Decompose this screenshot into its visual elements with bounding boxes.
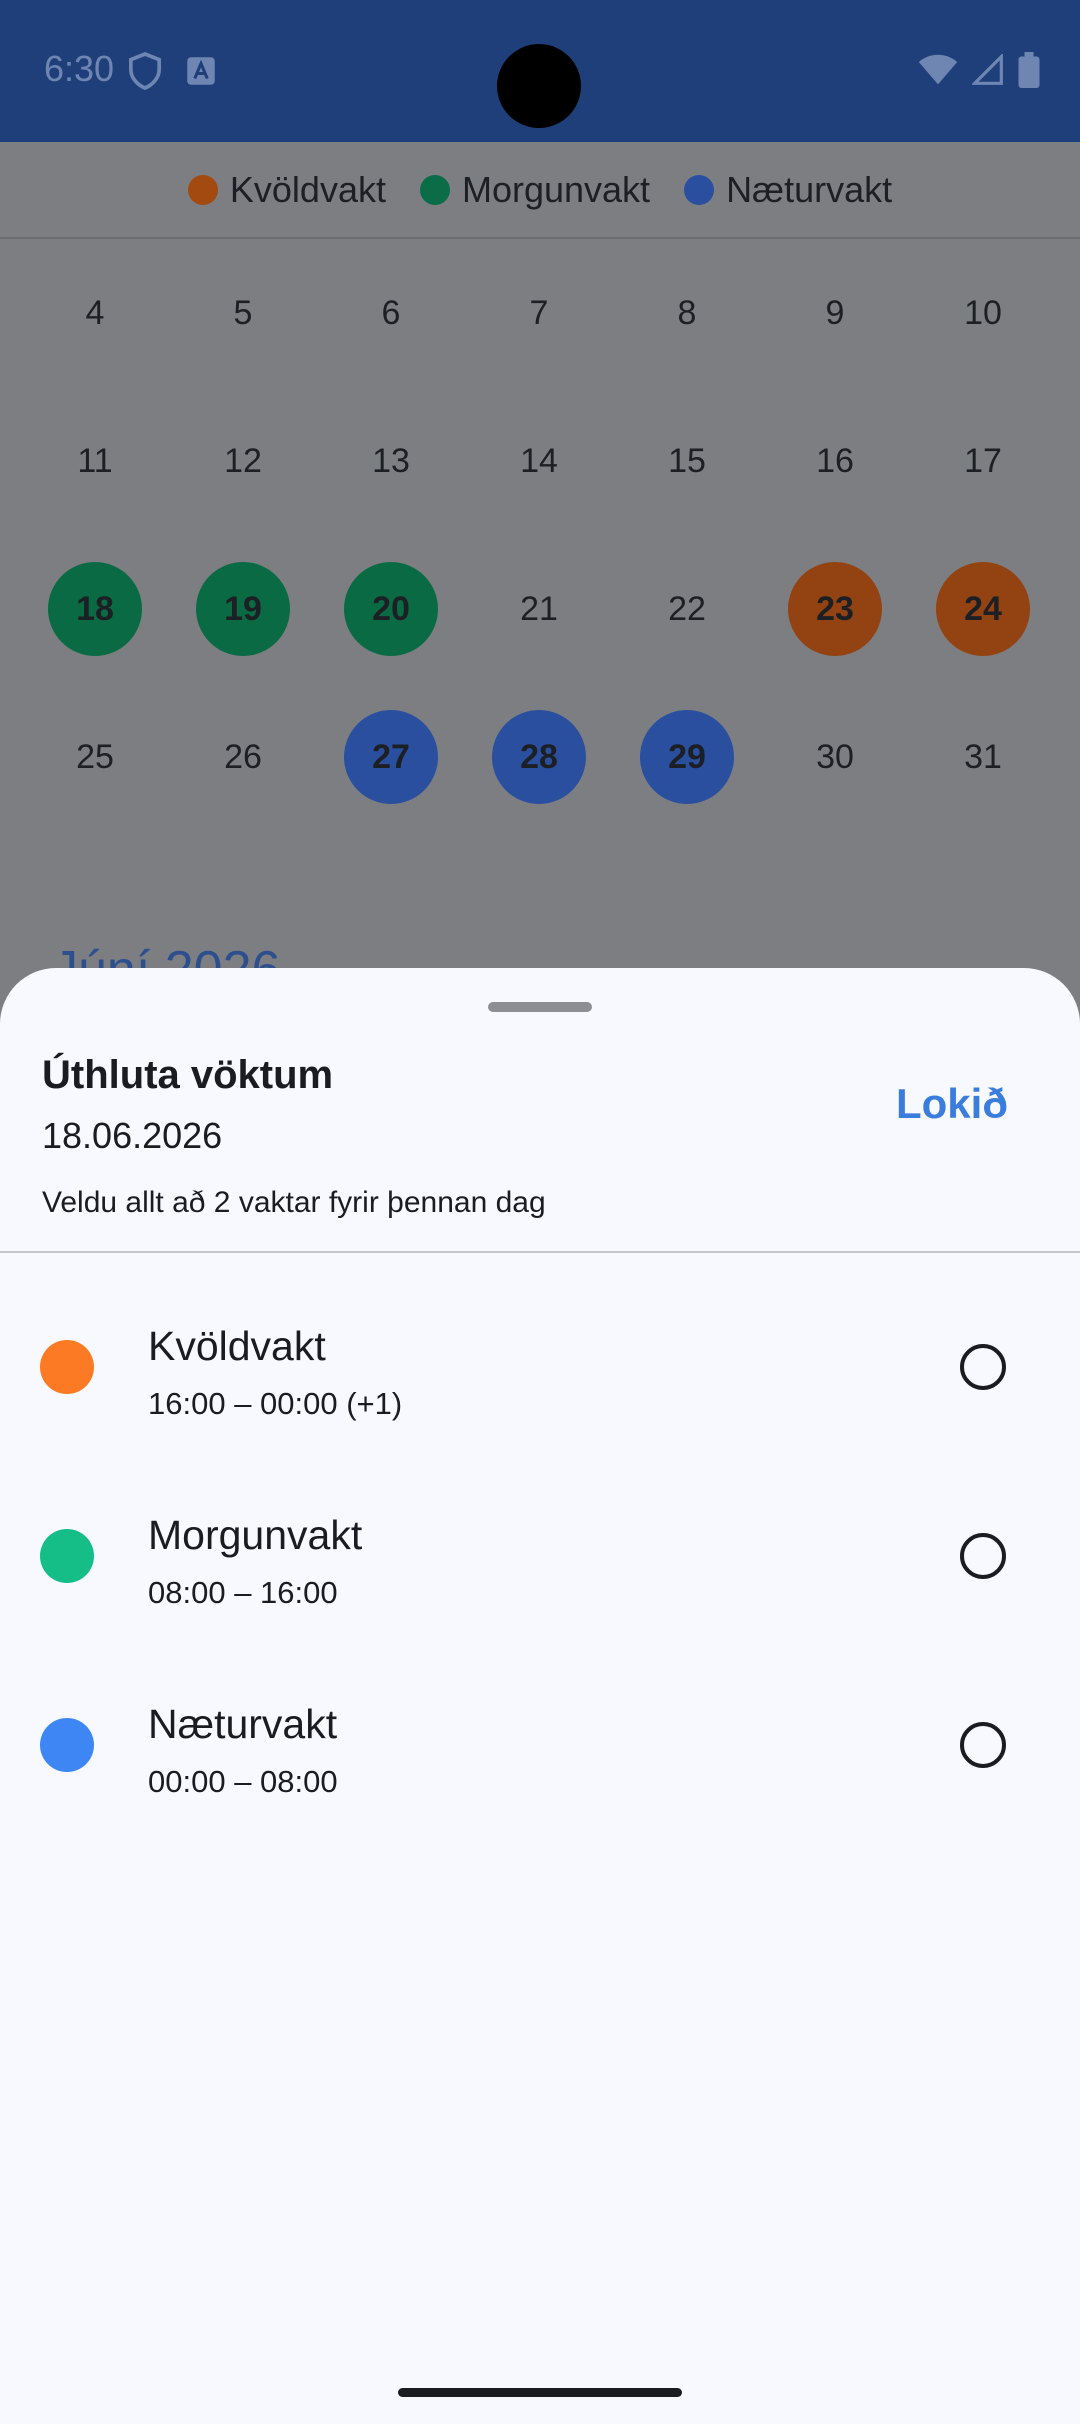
calendar-day[interactable]: 31 bbox=[936, 710, 1030, 804]
shift-option-morgunvakt[interactable]: Morgunvakt 08:00 – 16:00 bbox=[0, 1462, 1080, 1652]
calendar-day[interactable]: 23 bbox=[788, 562, 882, 656]
wifi-icon bbox=[918, 54, 958, 91]
legend-dot bbox=[684, 174, 715, 205]
legend-item-kvoldvakt: Kvöldvakt bbox=[187, 168, 386, 211]
calendar-day[interactable]: 26 bbox=[196, 710, 290, 804]
calendar-day[interactable]: 25 bbox=[48, 710, 142, 804]
signal-icon bbox=[970, 52, 1004, 91]
calendar-day[interactable]: 19 bbox=[196, 562, 290, 656]
radio-button[interactable] bbox=[960, 1722, 1006, 1768]
a-icon bbox=[186, 56, 216, 91]
shift-name: Morgunvakt bbox=[148, 1512, 363, 1558]
calendar-day[interactable]: 15 bbox=[640, 414, 734, 508]
battery-icon bbox=[1018, 52, 1040, 93]
shield-icon bbox=[128, 52, 162, 95]
drag-handle[interactable] bbox=[488, 1002, 592, 1012]
radio-button[interactable] bbox=[960, 1344, 1006, 1390]
legend-label: Morgunvakt bbox=[461, 168, 651, 210]
sheet-hint: Veldu allt að 2 vaktar fyrir þennan dag bbox=[42, 1186, 546, 1219]
calendar-day[interactable]: 9 bbox=[788, 266, 882, 360]
shift-name: Næturvakt bbox=[148, 1701, 338, 1747]
legend-dot bbox=[419, 174, 450, 205]
calendar-day[interactable]: 7 bbox=[492, 266, 586, 360]
status-bar: 6:30 bbox=[0, 0, 1080, 142]
shift-color-dot bbox=[40, 1529, 94, 1583]
camera-cutout bbox=[497, 44, 581, 128]
status-time: 6:30 bbox=[44, 48, 115, 89]
calendar-day[interactable]: 8 bbox=[640, 266, 734, 360]
calendar-day[interactable]: 27 bbox=[344, 710, 438, 804]
legend-item-naeturvakt: Næturvakt bbox=[684, 169, 892, 211]
home-indicator[interactable] bbox=[398, 2388, 682, 2397]
calendar-day[interactable]: 6 bbox=[344, 266, 438, 360]
shift-option-kvoldvakt[interactable]: Kvöldvakt 16:00 – 00:00 (+1) bbox=[0, 1273, 1080, 1463]
calendar-day[interactable]: 12 bbox=[196, 414, 290, 508]
calendar-day[interactable]: 17 bbox=[936, 414, 1030, 508]
calendar-week: 18 19 20 21 22 23 24 bbox=[0, 562, 1080, 658]
calendar-week: 11 12 13 14 15 16 17 bbox=[0, 414, 1080, 510]
shift-legend: Kvöldvakt Morgunvakt Næturvakt bbox=[0, 142, 1080, 239]
calendar-day[interactable]: 28 bbox=[492, 710, 586, 804]
shift-color-dot bbox=[40, 1718, 94, 1772]
calendar-day[interactable]: 18 bbox=[48, 562, 142, 656]
legend-label: Næturvakt bbox=[726, 168, 893, 210]
shift-time: 16:00 – 00:00 (+1) bbox=[148, 1386, 403, 1421]
shift-name: Kvöldvakt bbox=[148, 1323, 326, 1369]
done-button[interactable]: Lokið bbox=[896, 1080, 1008, 1128]
calendar-day[interactable]: 29 bbox=[640, 710, 734, 804]
assign-shifts-sheet: Úthluta vöktum 18.06.2026 Lokið Veldu al… bbox=[0, 968, 1080, 2424]
shift-time: 00:00 – 08:00 bbox=[148, 1764, 338, 1799]
calendar-day[interactable]: 21 bbox=[492, 562, 586, 656]
calendar-week: 4 5 6 7 8 9 10 bbox=[0, 266, 1080, 362]
calendar-day[interactable]: 22 bbox=[640, 562, 734, 656]
calendar-day[interactable]: 4 bbox=[48, 266, 142, 360]
calendar-day[interactable]: 13 bbox=[344, 414, 438, 508]
calendar-day[interactable]: 16 bbox=[788, 414, 882, 508]
legend-item-morgunvakt: Morgunvakt bbox=[419, 168, 651, 211]
legend-dot bbox=[187, 174, 218, 205]
sheet-title: Úthluta vöktum bbox=[42, 1053, 334, 1097]
shift-color-dot bbox=[40, 1340, 94, 1394]
sheet-date: 18.06.2026 bbox=[42, 1115, 223, 1156]
calendar-day[interactable]: 10 bbox=[936, 266, 1030, 360]
radio-button[interactable] bbox=[960, 1533, 1006, 1579]
calendar-day[interactable]: 30 bbox=[788, 710, 882, 804]
calendar-week: 25 26 27 28 29 30 31 bbox=[0, 710, 1080, 806]
calendar-day[interactable]: 11 bbox=[48, 414, 142, 508]
calendar-day[interactable]: 24 bbox=[936, 562, 1030, 656]
divider bbox=[0, 1251, 1080, 1253]
calendar-day[interactable]: 5 bbox=[196, 266, 290, 360]
shift-option-naeturvakt[interactable]: Næturvakt 00:00 – 08:00 bbox=[0, 1651, 1080, 1841]
legend-label: Kvöldvakt bbox=[229, 168, 386, 210]
shift-time: 08:00 – 16:00 bbox=[148, 1575, 338, 1610]
calendar-day[interactable]: 20 bbox=[344, 562, 438, 656]
calendar-day[interactable]: 14 bbox=[492, 414, 586, 508]
